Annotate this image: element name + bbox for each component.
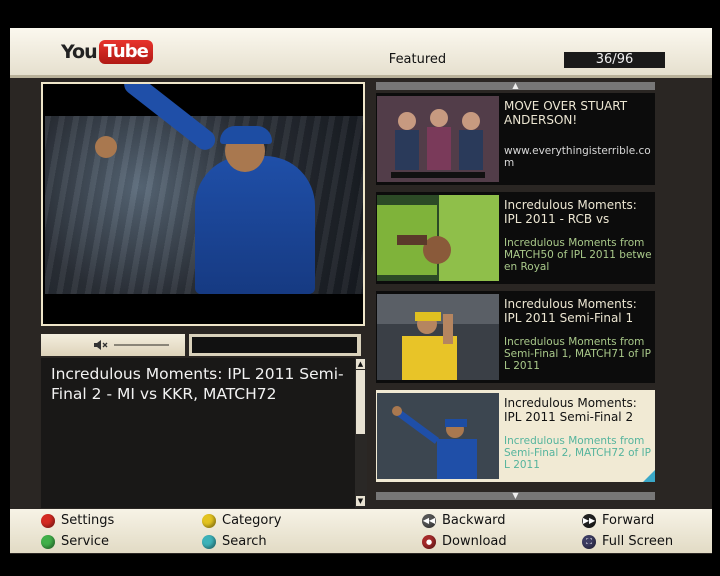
list-item-title: Incredulous Moments: IPL 2011 Semi-Final… <box>504 396 637 424</box>
rewind-icon: ◀◀ <box>422 513 436 528</box>
header-bar: You Tube Featured 36/96 <box>10 28 712 78</box>
thumbnail-1 <box>377 96 499 182</box>
video-player[interactable] <box>41 82 365 326</box>
red-button-icon <box>41 513 55 528</box>
thumbnail-4 <box>377 393 499 479</box>
volume-bar[interactable] <box>41 334 185 356</box>
logo-tube: Tube <box>98 40 153 64</box>
service-button[interactable]: Service <box>41 534 109 549</box>
download-label: Download <box>442 534 507 549</box>
list-item-desc: Incredulous Moments from MATCH50 of IPL … <box>504 237 652 273</box>
full-screen-button[interactable]: ⛶ Full Screen <box>582 534 673 549</box>
title-panel: Incredulous Moments: IPL 2011 Semi-Final… <box>41 358 367 508</box>
title-scrollbar[interactable]: ▲ ▼ <box>355 358 367 508</box>
page-counter: 36/96 <box>564 52 665 68</box>
category-button[interactable]: Category <box>202 513 281 528</box>
list-item[interactable]: Incredulous Moments: IPL 2011 Semi-Final… <box>376 291 655 383</box>
backward-button[interactable]: ◀◀ Backward <box>422 513 506 528</box>
download-button[interactable]: ● Download <box>422 534 507 549</box>
fast-forward-icon: ▶▶ <box>582 513 596 528</box>
forward-label: Forward <box>602 513 655 528</box>
volume-slider[interactable] <box>114 344 169 346</box>
search-label: Search <box>222 534 267 549</box>
scroll-down-arrow-icon[interactable]: ▼ <box>356 496 365 506</box>
video-frame <box>45 84 363 294</box>
list-item-desc: Incredulous Moments from Semi-Final 2, M… <box>504 435 651 471</box>
youtube-logo: You Tube <box>61 38 153 66</box>
list-item[interactable]: Incredulous Moments: IPL 2011 - RCB vs I… <box>376 192 655 284</box>
progress-bar <box>189 334 361 356</box>
category-label: Category <box>222 513 282 528</box>
player-body <box>195 156 315 294</box>
thumbnail-3 <box>377 294 499 380</box>
player-hand <box>95 136 117 158</box>
list-item-title: MOVE OVER STUART ANDERSON! <box>504 99 628 127</box>
selection-corner-icon <box>643 470 655 482</box>
forward-button[interactable]: ▶▶ Forward <box>582 513 654 528</box>
settings-button[interactable]: Settings <box>41 513 114 528</box>
section-title: Featured <box>388 52 447 67</box>
cyan-button-icon <box>202 534 216 549</box>
list-item-title: Incredulous Moments: IPL 2011 Semi-Final… <box>504 297 637 325</box>
green-button-icon <box>41 534 55 549</box>
thumbnail-2 <box>377 195 499 281</box>
full-screen-icon: ⛶ <box>582 534 596 549</box>
speaker-mute-icon <box>93 339 109 354</box>
video-title: Incredulous Moments: IPL 2011 Semi-Final… <box>51 365 344 403</box>
list-item-desc: www.everythingisterrible.com <box>504 145 651 169</box>
backward-label: Backward <box>442 513 506 528</box>
record-icon: ● <box>422 534 436 549</box>
list-scroll-up-icon[interactable]: ▲ <box>376 82 655 90</box>
scroll-up-arrow-icon[interactable]: ▲ <box>356 359 365 369</box>
service-label: Service <box>61 534 110 549</box>
player-cap <box>220 126 272 144</box>
list-scroll-down-icon[interactable]: ▼ <box>376 492 655 500</box>
footer-bar: Settings Service Category Search ◀◀ Back… <box>10 509 712 553</box>
logo-you: You <box>61 41 98 63</box>
yellow-button-icon <box>202 513 216 528</box>
list-item[interactable]: MOVE OVER STUART ANDERSON! www.everythin… <box>376 93 655 185</box>
tv-screen: You Tube Featured 36/96 Incredulous Mome… <box>0 0 720 576</box>
list-item-title: Incredulous Moments: IPL 2011 - RCB vs <box>504 198 637 226</box>
list-item-desc: Incredulous Moments from Semi-Final 1, M… <box>504 336 651 372</box>
list-item-selected[interactable]: Incredulous Moments: IPL 2011 Semi-Final… <box>376 390 655 482</box>
full-screen-label: Full Screen <box>602 534 674 549</box>
search-button[interactable]: Search <box>202 534 267 549</box>
video-list: ▲ MOVE OVER STUART ANDERSON! www.everyth… <box>374 82 657 502</box>
settings-label: Settings <box>61 513 115 528</box>
progress-track <box>192 337 357 353</box>
scroll-thumb[interactable] <box>356 370 365 434</box>
